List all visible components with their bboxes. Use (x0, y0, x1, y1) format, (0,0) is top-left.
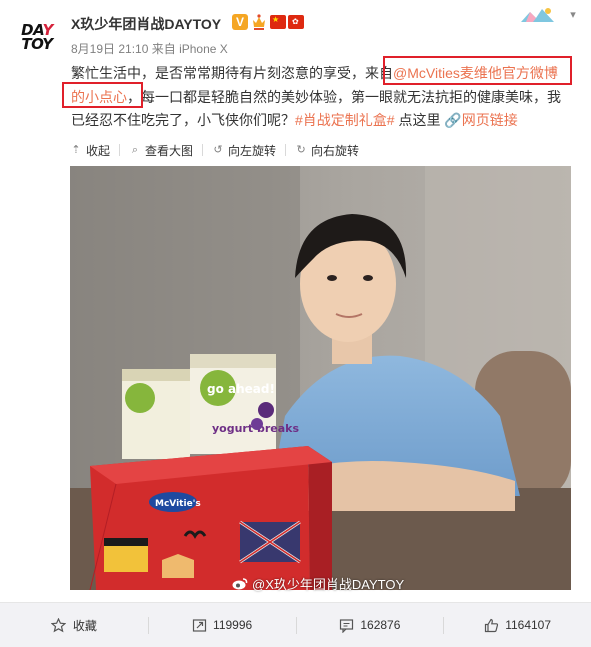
rotate-left-button[interactable]: ↺ 向左旋转 (212, 142, 276, 159)
mention-link-continued[interactable]: 的小点心 (71, 89, 127, 105)
hongkong-flag-icon: ✿ (288, 15, 304, 29)
favorite-button[interactable]: 收藏 (0, 603, 148, 647)
comment-count: 162876 (360, 618, 401, 632)
like-icon (483, 617, 499, 633)
photo-illustration: go ahead! yogurt breaks McVitie's (70, 166, 571, 590)
view-large-label: 查看大图 (145, 143, 194, 158)
comment-button[interactable]: 162876 (295, 603, 444, 647)
text-part3: 点这里 (394, 112, 445, 128)
weblink-label: 网页链接 (461, 112, 518, 128)
mention-link[interactable]: @McVities麦维他官方微博 (393, 65, 558, 81)
image-action-bar: ⇡ 收起 ⌕ 查看大图 ↺ 向左旋转 ↻ 向右旋转 (70, 142, 359, 158)
mcvities-box-label: McVitie's (155, 499, 201, 509)
avatar-logo-line2: TOY (21, 35, 53, 53)
weibo-post-card: DAY TOY X玖少年团肖战DAYTOY V ★ ✿ ▾ 8月19日 21:1… (0, 0, 591, 647)
rotate-right-label: 向右旋转 (311, 143, 360, 158)
card-decoration-icon (521, 8, 554, 22)
weblink-link[interactable]: 🔗网页链接 (444, 112, 517, 128)
post-time[interactable]: 8月19日 21:10 (71, 42, 148, 56)
view-large-button[interactable]: ⌕ 查看大图 (129, 142, 193, 159)
comment-icon (338, 617, 354, 633)
repost-icon (191, 617, 207, 633)
avatar[interactable]: DAY TOY (14, 14, 60, 60)
china-flag-icon: ★ (270, 15, 286, 29)
chevron-down-icon[interactable]: ▾ (566, 8, 580, 22)
photo-watermark: @X玖少年团肖战DAYTOY (232, 574, 404, 593)
favorite-icon (51, 617, 67, 633)
post-bottom-bar: 收藏 119996 162876 1164107 (0, 602, 591, 647)
repost-count: 119996 (213, 618, 253, 632)
rotate-right-button[interactable]: ↻ 向右旋转 (295, 142, 359, 159)
post-text: 繁忙生活中，是否常常期待有片刻恣意的享受，来自@McVities麦维他官方微博的… (71, 62, 571, 133)
favorite-label: 收藏 (72, 618, 97, 633)
author-nickname[interactable]: X玖少年团肖战DAYTOY (71, 14, 221, 34)
collapse-label: 收起 (86, 143, 111, 158)
like-count: 1164107 (505, 618, 552, 632)
post-meta: 8月19日 21:10 来自 iPhone X (71, 40, 228, 57)
rotate-left-label: 向左旋转 (228, 143, 277, 158)
divider (285, 144, 287, 156)
post-photo[interactable]: go ahead! yogurt breaks McVitie's (70, 166, 571, 590)
divider (202, 144, 204, 156)
watermark-text: @X玖少年团肖战DAYTOY (252, 577, 405, 592)
go-ahead-label: go ahead! (207, 382, 275, 396)
zoom-icon: ⌕ (131, 144, 139, 156)
repost-button[interactable]: 119996 (147, 603, 296, 647)
text-part1: 繁忙生活中，是否常常期待有片刻恣意的享受，来自 (71, 65, 393, 81)
rotate-left-icon: ↺ (213, 144, 223, 156)
collapse-button[interactable]: ⇡ 收起 (70, 142, 110, 159)
like-button[interactable]: 1164107 (443, 603, 591, 647)
rotate-right-icon: ↻ (296, 144, 306, 156)
collapse-icon: ⇡ (71, 144, 81, 156)
member-crown-icon[interactable] (251, 13, 267, 31)
post-source: 来自 iPhone X (151, 42, 228, 56)
weibo-logo-icon (232, 578, 248, 590)
hashtag-link[interactable]: #肖战定制礼盒# (295, 112, 395, 128)
verified-v-icon[interactable]: V (232, 14, 248, 30)
divider (119, 144, 121, 156)
link-icon: 🔗 (444, 112, 462, 128)
